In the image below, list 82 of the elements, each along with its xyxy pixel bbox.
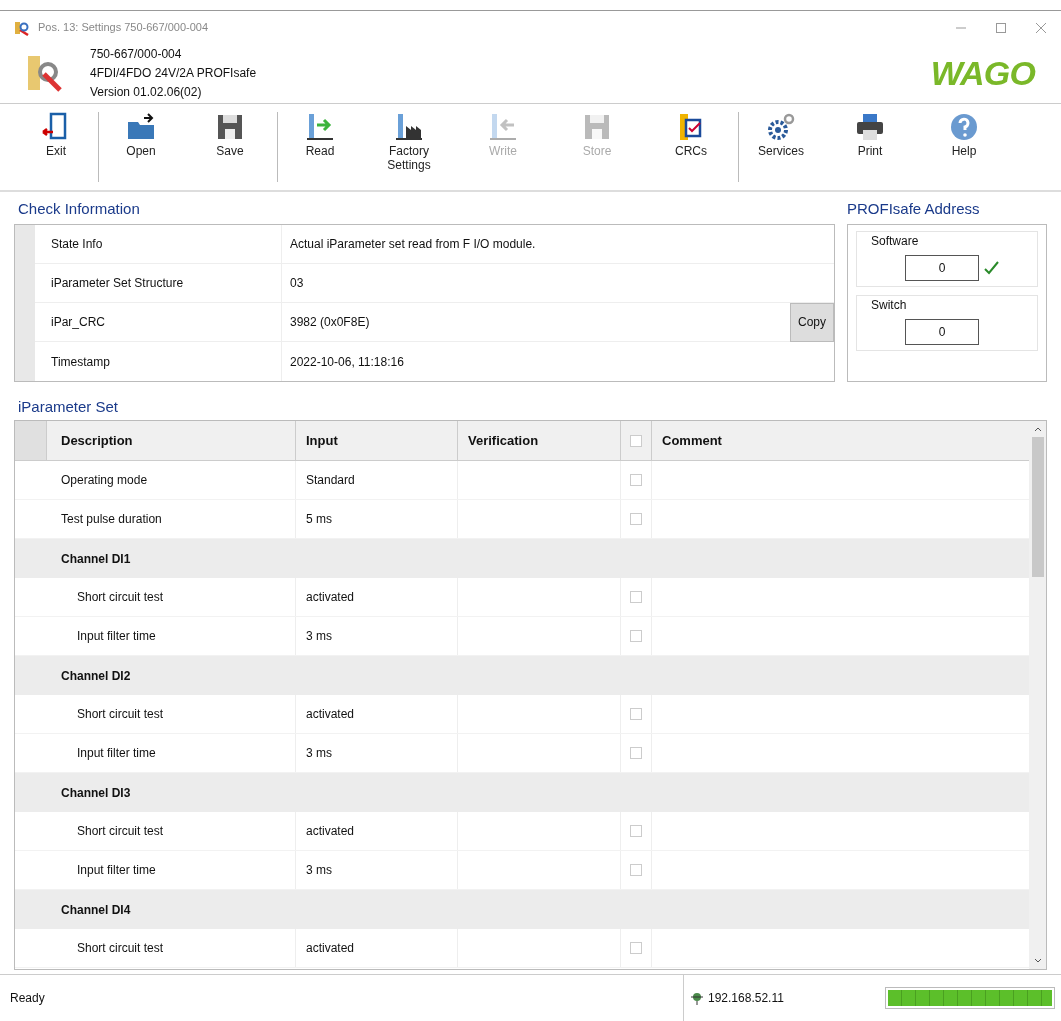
checkbox[interactable] (630, 942, 642, 954)
app-icon (14, 19, 30, 36)
section-title: PROFIsafe Address (847, 199, 981, 219)
info-label: iPar_CRC (50, 314, 106, 331)
table-cell-text: Short circuit test (76, 940, 165, 957)
status-text: Ready (9, 990, 46, 1007)
checkbox[interactable] (630, 434, 642, 447)
group-row-title: Channel DI2 (60, 667, 131, 685)
scroll-down-icon[interactable] (1033, 957, 1042, 965)
window-title: Pos. 13: Settings 750-667/000-004 (38, 20, 208, 36)
module-arrow-icon (488, 112, 518, 142)
table-cell: 5 ms (295, 500, 457, 538)
checkbox[interactable] (630, 630, 642, 642)
table-cell: activated (295, 812, 457, 850)
toolbar-button[interactable]: Read (278, 112, 362, 182)
toolbar-button[interactable]: Open (99, 112, 183, 182)
table-cell-text: Operating mode (60, 472, 149, 489)
toolbar-button[interactable]: Print (823, 112, 917, 182)
info-value: 03 (281, 264, 834, 302)
section-title: Check Information (17, 199, 141, 219)
check-icon (983, 260, 999, 276)
checkbox[interactable] (630, 708, 642, 720)
checkbox[interactable] (630, 825, 642, 837)
factory-icon (394, 112, 424, 142)
field-label: Software (871, 233, 920, 250)
field-label: Switch (871, 297, 908, 314)
scroll-thumb[interactable] (1031, 437, 1044, 577)
checkbox[interactable] (630, 474, 642, 486)
scroll-up-icon[interactable] (1033, 425, 1042, 433)
address-field[interactable]: 0 (905, 255, 979, 281)
module-info-text: 750-667/000-004 (90, 46, 183, 63)
column-header: Verification (457, 421, 620, 460)
table-cell-text: Test pulse duration (60, 511, 163, 528)
table-cell: activated (295, 578, 457, 616)
group-row-title: Channel DI1 (60, 550, 131, 568)
checkbox[interactable] (630, 864, 642, 876)
info-value: 2022-10-06, 11:18:16 (281, 342, 834, 381)
table-cell-text: Short circuit test (76, 706, 165, 723)
address-field[interactable]: 0 (905, 319, 979, 345)
toolbar-button[interactable]: CRCs (644, 112, 738, 182)
folder-icon (126, 112, 156, 142)
group-row-title: Channel DI4 (60, 901, 131, 919)
column-header: Description (60, 431, 134, 450)
scrollbar[interactable] (1029, 421, 1046, 969)
checkbox[interactable] (630, 747, 642, 759)
checkbox[interactable] (630, 591, 642, 603)
module-info-text: 4FDI/4FDO 24V/2A PROFIsafe (90, 65, 257, 82)
toolbar-button[interactable]: Services (739, 112, 823, 182)
table-cell: 3 ms (295, 734, 457, 772)
table-cell: activated (295, 695, 457, 733)
help-icon (949, 112, 979, 142)
info-label: Timestamp (50, 353, 111, 371)
toolbar-button[interactable]: Help (917, 112, 1011, 182)
table-cell: Standard (295, 461, 457, 499)
maximize-icon[interactable] (995, 21, 1007, 34)
toolbar-button[interactable]: Save (183, 112, 277, 182)
column-header: Input (295, 421, 457, 460)
table-cell: 3 ms (295, 617, 457, 655)
checkbox[interactable] (630, 513, 642, 525)
module-arrow-icon (305, 112, 335, 142)
info-value: Actual iParameter set read from F I/O module. (281, 225, 834, 263)
group-row-title: Channel DI3 (60, 784, 131, 802)
table-cell: activated (295, 929, 457, 967)
table-cell-text: Input filter time (76, 628, 157, 645)
info-label: iParameter Set Structure (50, 275, 185, 292)
table-cell: 3 ms (295, 851, 457, 889)
table-cell-text: Short circuit test (76, 589, 165, 606)
copy-button[interactable]: Copy (790, 302, 834, 342)
ip-address: 192.168.52.11 (708, 990, 784, 1007)
network-icon (690, 991, 704, 1005)
module-info-text: Version 01.02.06(02) (90, 84, 203, 101)
table-cell-text: Input filter time (76, 745, 157, 762)
toolbar-button[interactable]: Factory Settings (362, 112, 456, 182)
close-icon[interactable] (1035, 21, 1047, 34)
info-label: State Info (50, 236, 104, 253)
logo: WAGO (930, 53, 1035, 94)
toolbar-button[interactable]: Exit (14, 112, 98, 182)
section-title: iParameter Set (17, 397, 120, 417)
printer-icon (855, 112, 885, 142)
table-cell-text: Short circuit test (76, 823, 165, 840)
gears-icon (766, 112, 796, 142)
table-cell-text: Input filter time (76, 862, 157, 879)
